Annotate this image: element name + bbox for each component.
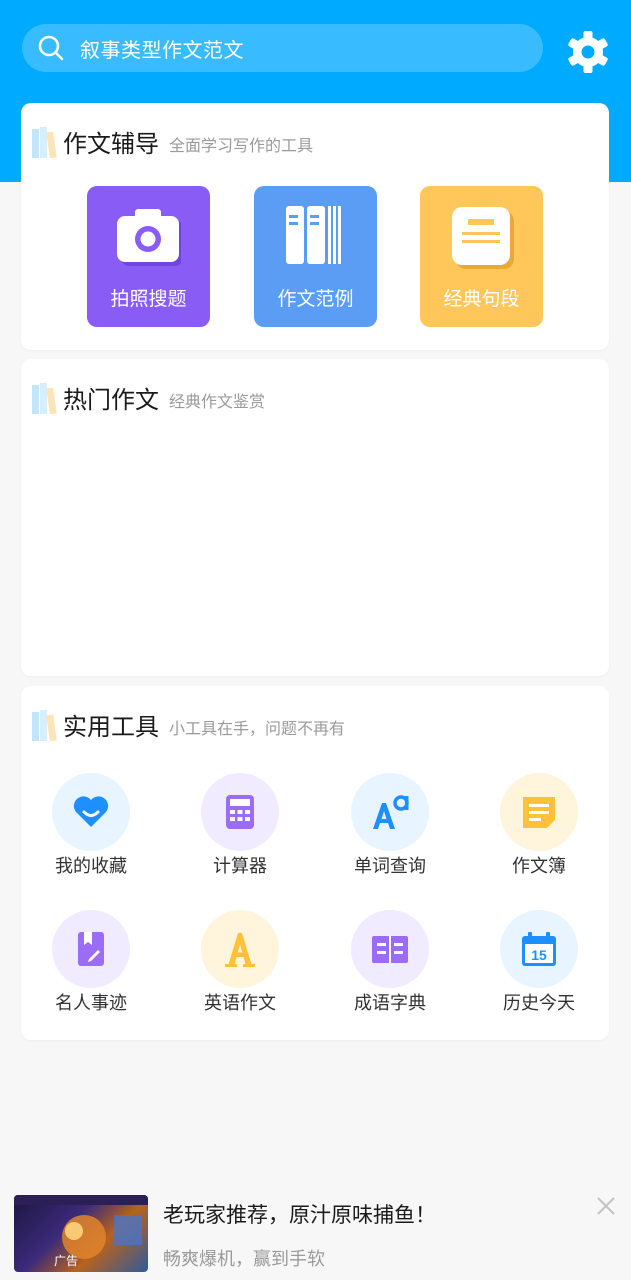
- tool-label: 名人事迹: [55, 993, 127, 1014]
- hot-header: 热门作文 经典作文鉴赏: [31, 381, 265, 415]
- photo-search-label: 拍照搜题: [110, 288, 187, 310]
- ad-image[interactable]: 广告: [14, 1195, 148, 1272]
- bookmark-pen-icon: [78, 932, 104, 966]
- tool-label: 我的收藏: [55, 856, 127, 877]
- settings-gear-icon[interactable]: [566, 30, 610, 74]
- calculator-icon: [226, 795, 254, 829]
- guidance-title: 作文辅导: [63, 130, 159, 158]
- hot-subtitle: 经典作文鉴赏: [169, 392, 266, 411]
- tool-label: 历史今天: [503, 993, 575, 1014]
- open-book-icon: [372, 936, 408, 963]
- search-placeholder: 叙事类型作文范文: [80, 37, 244, 62]
- ad-title: 老玩家推荐，原汁原味捕鱼！: [163, 1203, 436, 1227]
- books-decoration-icon: [31, 382, 61, 415]
- search-bar[interactable]: 叙事类型作文范文: [22, 24, 543, 72]
- tool-icon-bg: [52, 910, 130, 988]
- hot-essays-card: 热门作文 经典作文鉴赏: [21, 359, 609, 676]
- tool-word-lookup[interactable]: 单词查询: [325, 773, 455, 883]
- ad-badge: 广告: [54, 1254, 78, 1268]
- guidance-subtitle: 全面学习写作的工具: [169, 136, 314, 155]
- tool-history-today[interactable]: 15 历史今天: [474, 910, 604, 1020]
- font-size-icon: [373, 795, 409, 829]
- books-decoration-icon: [31, 126, 61, 159]
- tool-icon-bg: [201, 773, 279, 851]
- tool-icon-bg: [201, 910, 279, 988]
- tool-calculator[interactable]: 计算器: [175, 773, 305, 883]
- essay-examples-label: 作文范例: [277, 288, 354, 310]
- tool-famous-people[interactable]: 名人事迹: [26, 910, 156, 1020]
- tools-card: 实用工具 小工具在手，问题不再有 我的收藏 计算器 单词查询 作文簿 名人事迹 …: [21, 686, 609, 1040]
- tool-label: 计算器: [213, 856, 267, 877]
- books-icon: [286, 206, 341, 264]
- tool-label: 单词查询: [354, 856, 426, 877]
- guidance-header: 作文辅导 全面学习写作的工具: [31, 125, 313, 159]
- tool-label: 作文簿: [512, 856, 566, 877]
- tool-label: 英语作文: [204, 993, 276, 1014]
- close-icon[interactable]: [594, 1194, 618, 1218]
- tool-favorites[interactable]: 我的收藏: [26, 773, 156, 883]
- calendar-icon: 15: [522, 932, 556, 966]
- notebook-icon: [523, 797, 555, 828]
- tool-icon-bg: [52, 773, 130, 851]
- guidance-card: 作文辅导 全面学习写作的工具 拍照搜题 作文范例 经典句段: [21, 103, 609, 350]
- tool-icon-bg: [351, 910, 429, 988]
- tools-title: 实用工具: [63, 713, 159, 741]
- ad-banner[interactable]: 广告 老玩家推荐，原汁原味捕鱼！ 畅爽爆机，赢到手软: [0, 1182, 631, 1280]
- classic-sentences-tile[interactable]: 经典句段: [420, 186, 543, 327]
- heart-icon: [73, 796, 109, 827]
- letter-a-icon: [225, 933, 255, 967]
- hot-title: 热门作文: [63, 386, 159, 414]
- tools-subtitle: 小工具在手，问题不再有: [169, 719, 346, 738]
- tool-label: 成语字典: [354, 993, 426, 1014]
- tool-notebook[interactable]: 作文簿: [474, 773, 604, 883]
- tool-icon-bg: [500, 773, 578, 851]
- tools-header: 实用工具 小工具在手，问题不再有: [31, 708, 345, 742]
- camera-icon: [117, 209, 181, 266]
- search-icon: [38, 35, 64, 61]
- tool-idiom-dictionary[interactable]: 成语字典: [325, 910, 455, 1020]
- ad-description: 畅爽爆机，赢到手软: [163, 1249, 325, 1270]
- tool-english-essay[interactable]: 英语作文: [175, 910, 305, 1020]
- essay-examples-tile[interactable]: 作文范例: [254, 186, 377, 327]
- calendar-day: 15: [531, 947, 547, 963]
- classic-sentences-label: 经典句段: [443, 288, 520, 310]
- tool-icon-bg: 15: [500, 910, 578, 988]
- books-decoration-icon: [31, 709, 61, 742]
- note-icon: [452, 207, 514, 269]
- photo-search-tile[interactable]: 拍照搜题: [87, 186, 210, 327]
- tool-icon-bg: [351, 773, 429, 851]
